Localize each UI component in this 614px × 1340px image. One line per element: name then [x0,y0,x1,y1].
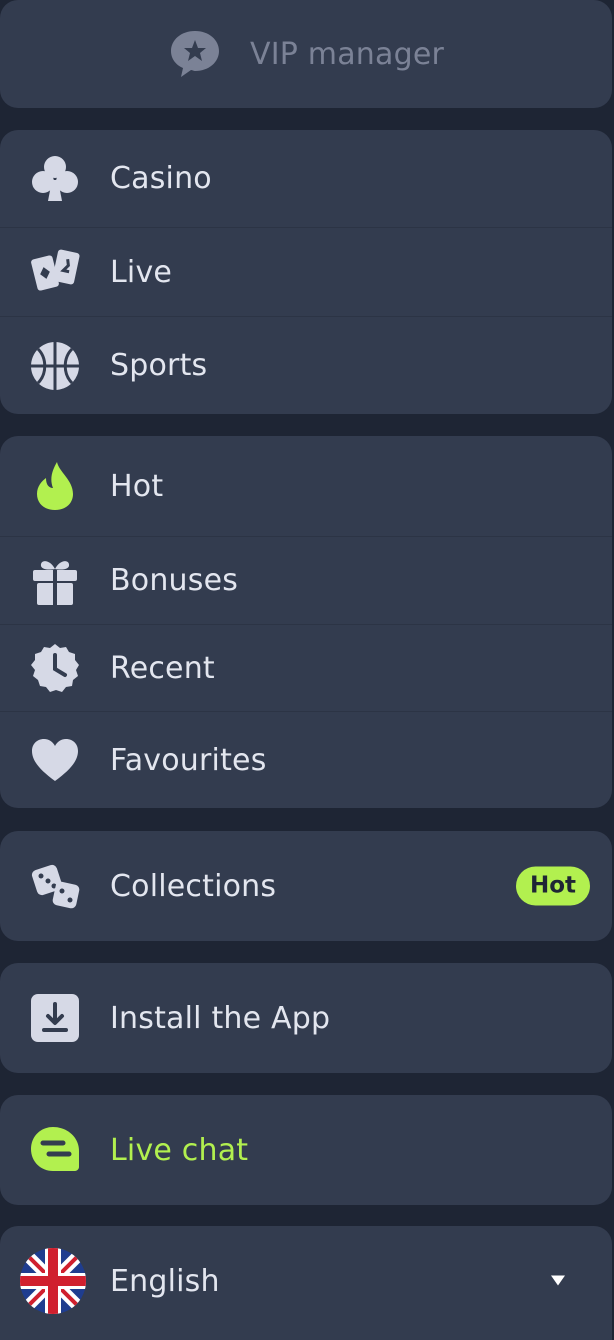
nav-item-label: Sports [110,348,208,383]
nav-item-label: Hot [110,468,164,504]
language-label: English [110,1263,220,1299]
dice-icon [28,859,82,913]
secondary-nav-card: Hot Bonuses Recent Favourites [0,436,612,808]
club-icon [28,152,82,206]
install-card: Install the App [0,963,612,1073]
language-select[interactable]: English [0,1226,612,1336]
gift-icon [28,554,82,608]
flame-icon [28,459,82,513]
sidebar-menu: VIP manager Casino Live Sports Hot Bonus… [0,0,614,1340]
uk-flag-icon [20,1248,86,1314]
nav-item-sports[interactable]: Sports [0,316,612,414]
basketball-icon [28,339,82,393]
heart-icon [28,733,82,787]
nav-item-label: Favourites [110,742,267,778]
nav-item-label: Casino [110,161,212,196]
cards-icon [28,245,82,299]
nav-item-live[interactable]: Live [0,227,612,316]
language-card: English [0,1226,612,1340]
nav-item-label: Recent [110,650,215,686]
nav-item-label: Live [110,254,173,290]
chat-card: Live chat [0,1095,612,1205]
star-chat-icon [168,27,222,81]
download-icon [28,991,82,1045]
nav-item-casino[interactable]: Casino [0,130,612,227]
nav-item-hot[interactable]: Hot [0,436,612,536]
primary-nav-card: Casino Live Sports [0,130,612,414]
live-chat-label: Live chat [110,1132,249,1168]
nav-item-bonuses[interactable]: Bonuses [0,536,612,624]
nav-item-recent[interactable]: Recent [0,624,612,711]
hot-badge: Hot [515,866,590,906]
chat-icon [28,1123,82,1177]
collections-card: Collections Hot [0,831,612,941]
vip-card: VIP manager [0,0,612,108]
chevron-down-icon [550,1272,566,1291]
install-app-button[interactable]: Install the App [0,963,612,1073]
clock-icon [28,641,82,695]
nav-item-collections[interactable]: Collections Hot [0,831,612,941]
nav-item-label: Bonuses [110,563,239,598]
vip-manager-label: VIP manager [249,36,445,72]
nav-item-label: Collections [110,868,277,904]
nav-item-favourites[interactable]: Favourites [0,711,612,808]
install-app-label: Install the App [110,1000,331,1036]
vip-manager-button[interactable]: VIP manager [0,0,612,108]
live-chat-button[interactable]: Live chat [0,1095,612,1205]
